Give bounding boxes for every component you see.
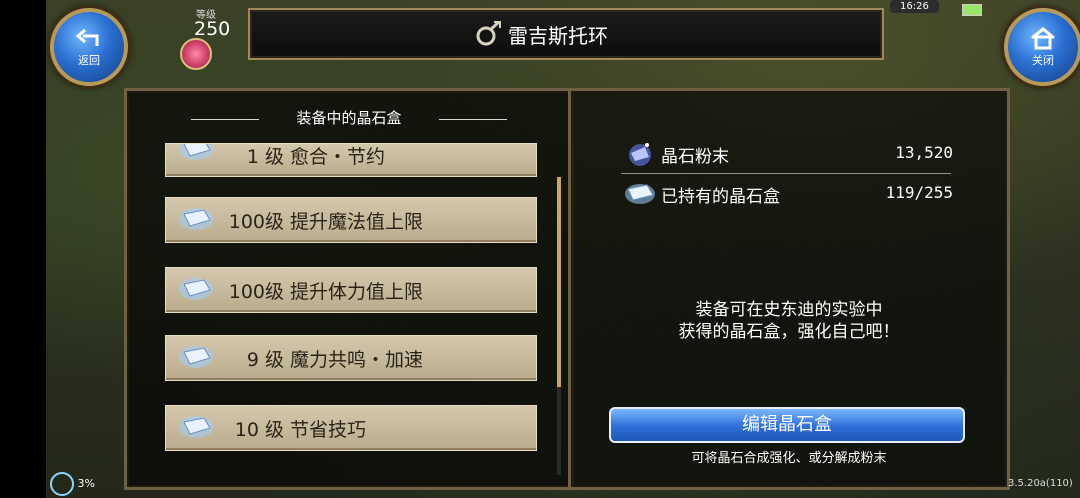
screen-edge (0, 0, 46, 498)
panel-title: 装备中的晶石盒 (296, 109, 402, 127)
version-label: 3.5.20a(110) (1008, 478, 1073, 489)
resource-value: 119/255 (885, 183, 953, 202)
info-line-1: 装备可在史东迪的实验中 (695, 300, 883, 320)
divider (621, 173, 951, 174)
resource-row-powder: 晶石粉末 13,520 (623, 139, 953, 169)
crystal-slot-1[interactable]: 1 级 愈合・节约 (165, 143, 537, 177)
title-divider-right (439, 119, 507, 120)
loading-indicator: 3% (50, 472, 95, 496)
slot-name: 提升体力值上限 (290, 281, 424, 303)
crystal-icon (179, 416, 213, 438)
crystal-icon (179, 208, 213, 230)
title-bar: 雷吉斯托环 (248, 8, 884, 60)
slot-level: 1 级 (246, 146, 284, 168)
crystal-icon (179, 346, 213, 368)
battery-icon (962, 4, 982, 16)
home-icon (1031, 27, 1055, 50)
edit-note: 可将晶石合成强化、或分解成粉末 (691, 451, 887, 466)
slot-level: 100级 (228, 211, 284, 233)
edit-crystal-box-button[interactable]: 编辑晶石盒 (609, 407, 965, 443)
back-arrow-icon (75, 28, 99, 46)
back-label: 返回 (78, 54, 100, 67)
resource-name: 已持有的晶石盒 (661, 187, 780, 207)
crystal-slot-3[interactable]: 100级 提升体力值上限 (165, 267, 537, 313)
close-label: 关闭 (1032, 54, 1054, 67)
crystal-slot-4[interactable]: 9 级 魔力共鸣・加速 (165, 335, 537, 381)
crystal-slot-2[interactable]: 100级 提升魔法值上限 (165, 197, 537, 243)
crystal-box-icon (625, 184, 655, 204)
info-text: 装备可在史东迪的实验中 获得的晶石盒，强化自己吧！ (571, 299, 1007, 343)
player-level: 等级 250 (168, 6, 248, 42)
crystal-powder-icon (629, 143, 651, 166)
clock: 16:26 (890, 0, 939, 13)
resource-row-boxes: 已持有的晶石盒 119/255 (623, 179, 953, 209)
slot-name: 愈合・节约 (290, 146, 386, 168)
resource-value: 13,520 (895, 143, 953, 162)
slot-name: 魔力共鸣・加速 (290, 349, 424, 371)
gift-icon[interactable] (180, 38, 212, 70)
crystal-slot-5[interactable]: 10 级 节省技巧 (165, 405, 537, 451)
info-line-2: 获得的晶石盒，强化自己吧！ (678, 322, 900, 342)
crystal-icon (179, 278, 213, 300)
slot-level: 10 级 (234, 419, 284, 441)
loading-ring-icon (50, 472, 74, 496)
back-button[interactable]: 返回 (50, 8, 128, 86)
resource-name: 晶石粉末 (661, 147, 729, 167)
level-value: 250 (194, 18, 231, 40)
crystal-icon (179, 144, 213, 160)
ring-item-icon (476, 20, 501, 46)
slot-level: 9 级 (246, 349, 284, 371)
crystal-info-panel: 晶石粉末 13,520 已持有的晶石盒 119/255 装备可在史东迪的实验中 … (568, 88, 1010, 490)
list-scrollbar[interactable] (557, 177, 561, 475)
equipped-crystal-panel: 装备中的晶石盒 1 级 愈合・节约 100级 提升魔法值上限 100级 提升体力… (124, 88, 574, 490)
scrollbar-thumb[interactable] (557, 177, 561, 387)
slot-level: 100级 (228, 281, 284, 303)
slot-name: 提升魔法值上限 (290, 211, 424, 233)
close-button[interactable]: 关闭 (1004, 8, 1080, 86)
page-title: 雷吉斯托环 (508, 24, 608, 48)
slot-name: 节省技巧 (290, 419, 367, 441)
progress-text: 3% (77, 477, 95, 490)
